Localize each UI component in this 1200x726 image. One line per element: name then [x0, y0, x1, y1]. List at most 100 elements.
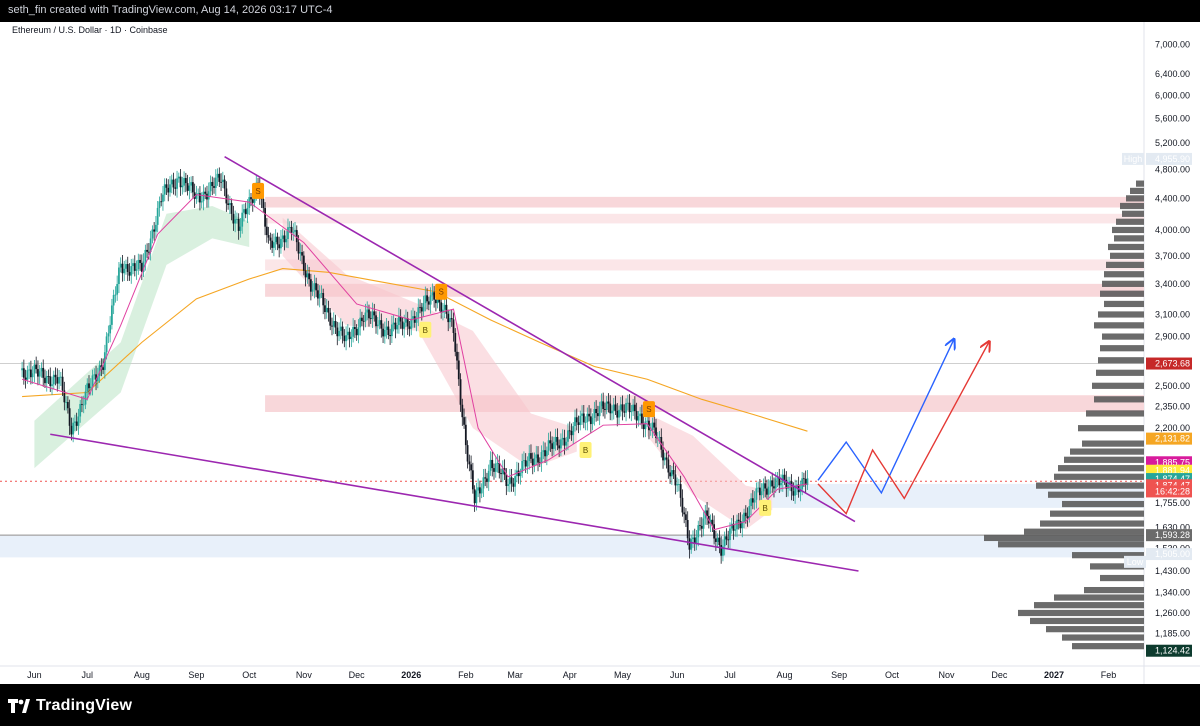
- candle-body: [200, 201, 203, 203]
- candle-body: [560, 439, 562, 449]
- candle-body: [751, 498, 754, 503]
- sell-signal-marker: S: [642, 401, 655, 418]
- candle-body: [186, 183, 189, 191]
- volume-profile-bar: [1040, 520, 1144, 527]
- candle-body: [551, 443, 554, 449]
- candle-body: [265, 226, 268, 236]
- candle-body: [600, 401, 603, 407]
- volume-profile-bar: [1098, 357, 1144, 364]
- candle-body: [84, 391, 87, 405]
- candle-body: [264, 208, 266, 227]
- candle-body: [24, 377, 27, 380]
- candle-body: [47, 376, 50, 377]
- candle-body: [68, 408, 71, 426]
- candle-body: [317, 290, 319, 299]
- candle-body: [209, 181, 212, 192]
- candle-body: [42, 367, 45, 378]
- candle-body: [318, 293, 321, 299]
- y-tick-label: 3,100.00: [1155, 309, 1190, 319]
- chart-symbol-title: Ethereum / U.S. Dollar · 1D · Coinbase: [12, 25, 168, 35]
- y-tick-label: 6,400.00: [1155, 69, 1190, 79]
- candle-body: [579, 415, 582, 425]
- x-tick-label: Jul: [724, 670, 736, 680]
- candle-body: [33, 364, 36, 374]
- candle-body: [549, 440, 552, 444]
- candle-body: [325, 307, 328, 313]
- candle-body: [612, 404, 615, 411]
- candle-body: [450, 318, 453, 320]
- candle-body: [297, 242, 300, 254]
- volume-profile-bar: [1106, 261, 1144, 269]
- candle-body: [66, 402, 69, 409]
- x-tick-label: Mar: [507, 670, 523, 680]
- candle-body: [302, 255, 305, 271]
- candle-body: [396, 325, 399, 330]
- x-tick-label: Oct: [885, 670, 900, 680]
- candle-body: [272, 242, 275, 248]
- candle-body: [591, 417, 594, 425]
- price-label-value: 4,955.90: [1155, 154, 1190, 164]
- candle-body: [364, 312, 367, 322]
- candle-body: [239, 226, 242, 231]
- candle-body: [49, 376, 52, 386]
- tradingview-logo-icon: [8, 699, 30, 713]
- candle-body: [769, 480, 772, 487]
- sell-signal-marker: S: [252, 182, 265, 199]
- candle-body: [160, 201, 163, 203]
- price-chart[interactable]: S S S B B B Ethereum / U.S. Dollar · 1D · Coin…: [0, 22, 1200, 684]
- candle-body: [723, 536, 726, 547]
- x-tick-label: Jun: [27, 670, 42, 680]
- price-label-value: 2,131.82: [1155, 434, 1190, 444]
- candle-body: [681, 497, 684, 513]
- candle-body: [243, 209, 245, 213]
- candle-body: [475, 490, 478, 504]
- candle-body: [22, 368, 25, 378]
- candle-body: [635, 411, 638, 421]
- candle-body: [315, 283, 318, 291]
- candle-body: [702, 518, 705, 529]
- candle-body: [408, 326, 411, 329]
- y-tick-label: 7,000.00: [1155, 39, 1190, 49]
- candle-body: [329, 312, 332, 326]
- candle-body: [125, 264, 127, 269]
- candle-body: [595, 408, 598, 414]
- candle-body: [547, 440, 550, 451]
- tradingview-brand[interactable]: TradingView: [8, 696, 132, 716]
- volume-profile-bar: [1100, 345, 1144, 352]
- candle-body: [426, 295, 428, 302]
- x-tick-label: 2027: [1044, 670, 1064, 680]
- candle-body: [313, 283, 316, 290]
- candle-body: [422, 303, 425, 312]
- candle-body: [674, 474, 677, 486]
- candle-body: [383, 329, 386, 337]
- candle-body: [77, 416, 80, 426]
- chart-frame[interactable]: S S S B B B Ethereum / U.S. Dollar · 1D · Coin…: [0, 22, 1200, 684]
- candle-body: [663, 457, 666, 461]
- bottom-bar: TradingView: [0, 684, 1200, 726]
- candle-body: [514, 476, 517, 487]
- candle-body: [637, 416, 640, 421]
- candle-body: [246, 207, 249, 215]
- price-label-value: 16:42:28: [1155, 486, 1190, 496]
- candle-body: [685, 514, 687, 521]
- candle-body: [639, 413, 642, 417]
- y-tick-label: 5,200.00: [1155, 138, 1190, 148]
- candle-body: [274, 236, 277, 243]
- candle-body: [346, 331, 349, 336]
- candle-body: [221, 179, 224, 182]
- candle-body: [544, 450, 546, 457]
- y-tick-label: 6,000.00: [1155, 91, 1190, 101]
- candle-body: [736, 519, 738, 530]
- candle-body: [35, 364, 38, 370]
- candle-body: [586, 413, 589, 423]
- candle-body: [343, 335, 346, 342]
- candle-body: [699, 525, 701, 527]
- candle-body: [533, 458, 536, 466]
- volume-profile-bar: [1072, 643, 1144, 650]
- candle-body: [427, 301, 430, 305]
- candle-body: [486, 478, 488, 482]
- volume-profile-bar: [1046, 626, 1144, 633]
- candle-body: [169, 184, 171, 193]
- y-tick-label: 2,500.00: [1155, 381, 1190, 391]
- volume-profile-bar: [1070, 448, 1144, 455]
